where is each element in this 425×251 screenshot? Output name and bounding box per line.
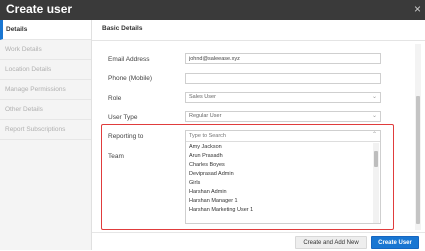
- chevron-down-icon: ⌄: [371, 113, 377, 119]
- create-user-button[interactable]: Create User: [371, 236, 419, 249]
- dialog-footer: Create and Add New Create User: [92, 232, 425, 251]
- list-item[interactable]: Deviprasad Admin: [186, 170, 372, 179]
- create-and-add-new-button[interactable]: Create and Add New: [295, 236, 367, 249]
- reporting-to-dropdown: ⌃ Amy Jackson Arun Prasadh Charles Boyes…: [185, 130, 381, 224]
- sidebar-item-work-details[interactable]: Work Details: [0, 40, 91, 60]
- main-content: Basic Details Email Address Phone (Mobil…: [92, 20, 425, 251]
- email-label: Email Address: [108, 56, 150, 63]
- role-select[interactable]: Sales User ⌄: [185, 92, 381, 103]
- sidebar-item-report-subscriptions[interactable]: Report Subscriptions: [0, 120, 91, 140]
- reporting-to-label: Reporting to: [108, 133, 144, 140]
- section-divider: [92, 40, 425, 41]
- reporting-to-search-input[interactable]: [186, 131, 380, 142]
- chevron-down-icon: ⌄: [371, 94, 377, 100]
- sidebar-item-details[interactable]: Details: [0, 20, 91, 40]
- list-item[interactable]: Girls: [186, 179, 372, 188]
- dialog-titlebar: Create user ×: [0, 0, 425, 20]
- main-scroll-thumb[interactable]: [416, 96, 420, 224]
- user-type-select[interactable]: Regular User ⌄: [185, 111, 381, 122]
- sidebar: Details Work Details Location Details Ma…: [0, 20, 92, 250]
- list-item[interactable]: Harshan Admin: [186, 188, 372, 197]
- close-icon[interactable]: ×: [414, 1, 421, 17]
- sidebar-item-manage-permissions[interactable]: Manage Permissions: [0, 80, 91, 100]
- role-label: Role: [108, 95, 122, 102]
- list-item[interactable]: Amy Jackson: [186, 143, 372, 152]
- sidebar-item-other-details[interactable]: Other Details: [0, 100, 91, 120]
- role-value: Sales User: [189, 94, 216, 100]
- dialog-title: Create user: [6, 2, 73, 16]
- section-title: Basic Details: [102, 25, 143, 32]
- list-item[interactable]: Arun Prasadh: [186, 152, 372, 161]
- create-user-dialog: Create user × Details Work Details Locat…: [0, 0, 425, 251]
- phone-field[interactable]: [185, 73, 381, 84]
- list-item[interactable]: Harshan Manager 1: [186, 197, 372, 206]
- user-type-label: User Type: [108, 114, 138, 121]
- list-item[interactable]: Charles Boyes: [186, 161, 372, 170]
- user-type-value: Regular User: [189, 113, 222, 119]
- dropdown-scroll-thumb[interactable]: [374, 151, 378, 167]
- dropdown-scrollbar[interactable]: [373, 143, 379, 223]
- team-label: Team: [108, 153, 124, 160]
- list-item[interactable]: Harshan Marketing User 1: [186, 206, 372, 215]
- sidebar-item-location-details[interactable]: Location Details: [0, 60, 91, 80]
- chevron-up-icon[interactable]: ⌃: [372, 131, 377, 138]
- reporting-options-list: Amy Jackson Arun Prasadh Charles Boyes D…: [186, 143, 372, 215]
- email-field[interactable]: [185, 53, 381, 64]
- phone-label: Phone (Mobile): [108, 75, 153, 82]
- main-scrollbar[interactable]: [415, 44, 421, 230]
